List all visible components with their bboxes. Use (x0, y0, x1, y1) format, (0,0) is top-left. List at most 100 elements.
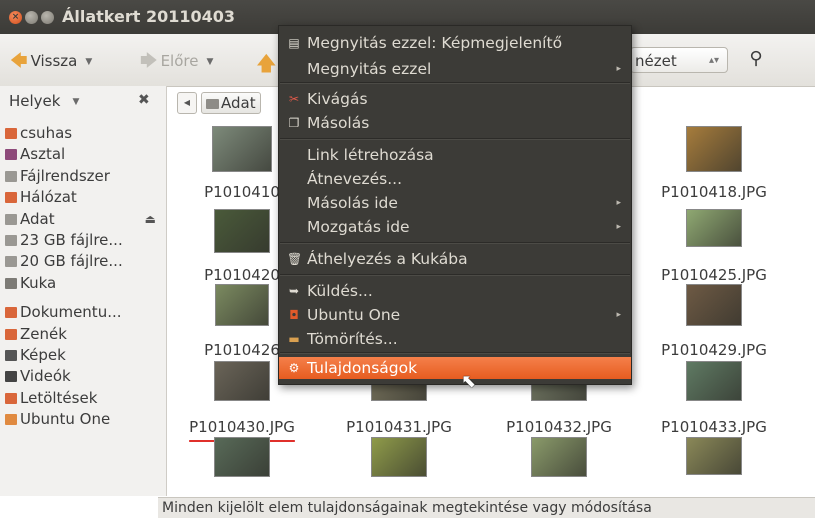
back-arrow-icon: 🡄 (10, 51, 28, 71)
sidebar-item[interactable]: Asztal (0, 144, 166, 165)
menu-item-label: Megnyitás ezzel (307, 60, 432, 78)
menu-separator (280, 352, 630, 354)
image-thumbnail (214, 209, 270, 253)
sidebar-item-label: Adat (20, 209, 55, 228)
submenu-arrow-icon: ▸ (616, 222, 621, 232)
menu-item-label: Áthelyezés a Kukába (307, 250, 468, 268)
drive-icon (5, 170, 17, 182)
chevron-down-icon[interactable]: ▼ (206, 57, 213, 67)
sidebar-item[interactable]: Hálózat (0, 187, 166, 208)
back-label: Vissza (30, 52, 78, 70)
file-name: P1010430.JPG (189, 418, 295, 436)
network-icon (5, 192, 17, 204)
menu-item[interactable]: Másolás ide ▸ (279, 192, 631, 214)
view-mode-select[interactable]: nézet ▴▾ (630, 47, 728, 73)
file-item[interactable]: P1010418.JPG (639, 126, 789, 210)
menu-item[interactable]: 🗑 Áthelyezés a Kukába (279, 248, 631, 270)
sidebar-item-label: Asztal (20, 145, 66, 164)
sidebar-item[interactable]: Ubuntu One (0, 409, 166, 430)
pictures-folder-icon (5, 349, 17, 361)
image-thumbnail (215, 284, 269, 326)
sidebar-item[interactable]: 23 GB fájlre... (0, 230, 166, 251)
menu-item-label: Átnevezés... (307, 170, 403, 188)
sidebar-item-label: 23 GB fájlre... (20, 230, 123, 249)
sidebar-item[interactable]: Dokumentu... (0, 302, 166, 323)
menu-item[interactable]: ▤ Megnyitás ezzel: Képmegjelenítő (279, 32, 631, 54)
image-thumbnail (686, 437, 742, 475)
close-sidebar-icon[interactable]: ✖ (138, 92, 150, 108)
sidebar-item[interactable]: csuhas (0, 123, 166, 144)
sidebar-item[interactable]: Kuka (0, 273, 166, 294)
sidebar: Helyek ▼ ✖ csuhas Asztal Fájlrendszer Hálóza… (0, 86, 167, 496)
menu-item-label: Mozgatás ide (307, 218, 410, 236)
sidebar-divider (0, 294, 166, 302)
submenu-arrow-icon: ▸ (616, 198, 621, 208)
file-name: P1010433.JPG (661, 418, 767, 436)
menu-item-label: Küldés... (307, 282, 373, 300)
ubuntu-one-icon: ◘ (289, 308, 299, 322)
image-thumbnail (531, 437, 587, 477)
back-button[interactable]: 🡄 Vissza ▼ (10, 48, 92, 71)
sidebar-item[interactable]: Adat ⏏ (0, 209, 166, 230)
menu-item-label: Link létrehozása (307, 146, 434, 164)
menu-item[interactable]: Megnyitás ezzel ▸ (279, 58, 631, 80)
forward-button[interactable]: 🡆 Előre ▼ (140, 48, 213, 71)
menu-item[interactable]: Link létrehozása (279, 144, 631, 166)
close-window-icon[interactable]: × (9, 11, 22, 24)
menu-item[interactable]: ▬ Tömörítés... (279, 328, 631, 350)
drive-icon (206, 99, 219, 109)
sidebar-item[interactable]: Zenék (0, 324, 166, 345)
search-icon[interactable]: ⚲ (741, 44, 771, 74)
context-menu: ▤ Megnyitás ezzel: Képmegjelenítő Megnyitá… (278, 25, 632, 385)
sidebar-item-label: Hálózat (20, 188, 77, 207)
menu-item-label: Kivágás (307, 90, 368, 108)
drive-icon (5, 213, 17, 225)
forward-label: Előre (160, 52, 199, 70)
downloads-folder-icon (5, 392, 17, 404)
chevron-down-icon[interactable]: ▼ (85, 57, 92, 67)
menu-item[interactable]: Átnevezés... (279, 168, 631, 190)
file-name: P1010431.JPG (346, 418, 452, 436)
sidebar-item[interactable]: Fájlrendszer (0, 166, 166, 187)
sidebar-item-label: Letöltések (20, 388, 98, 407)
maximize-window-icon[interactable] (41, 11, 54, 24)
sidebar-item[interactable]: 20 GB fájlre... (0, 251, 166, 272)
minimize-window-icon[interactable] (25, 11, 38, 24)
breadcrumb-label: Adat (221, 94, 256, 112)
image-thumbnail (214, 437, 270, 477)
sidebar-header-label: Helyek (9, 92, 61, 110)
music-folder-icon (5, 328, 17, 340)
sidebar-item[interactable]: Videók (0, 366, 166, 387)
breadcrumb[interactable]: Adat (201, 92, 261, 114)
menu-separator (280, 274, 630, 276)
file-item[interactable]: P1010425.JPG (639, 209, 789, 293)
path-scroll-left-icon[interactable]: ◀ (177, 92, 197, 114)
menu-item[interactable]: ✂ Kivágás (279, 88, 631, 110)
menu-item-label: Tömörítés... (307, 330, 398, 348)
sidebar-item[interactable]: Képek (0, 345, 166, 366)
menu-item[interactable]: ❐ Másolás (279, 112, 631, 134)
sidebar-item[interactable]: Letöltések (0, 388, 166, 409)
copy-icon: ❐ (288, 116, 300, 130)
chevron-down-icon[interactable]: ▼ (72, 97, 79, 107)
menu-item[interactable]: ⚙ Tulajdonságok (279, 357, 631, 379)
sidebar-item-label: Videók (20, 367, 71, 386)
menu-item[interactable]: Mozgatás ide ▸ (279, 216, 631, 238)
file-item[interactable]: P1010429.JPG (639, 284, 789, 368)
sidebar-item-label: csuhas (20, 124, 73, 142)
up-arrow-icon[interactable]: 🡅 (256, 49, 277, 83)
drive-icon (5, 234, 17, 246)
image-thumbnail (686, 361, 742, 401)
window-title: Állatkert 20110403 (62, 7, 236, 26)
archive-icon: ▬ (288, 332, 300, 346)
eject-icon[interactable]: ⏏ (145, 209, 156, 230)
menu-item[interactable]: ◘ Ubuntu One ▸ (279, 304, 631, 326)
image-thumbnail (686, 209, 742, 247)
forward-arrow-icon: 🡆 (140, 51, 158, 71)
file-item[interactable]: P1010433.JPG (639, 361, 789, 445)
send-icon: ➥ (288, 284, 300, 298)
sidebar-header[interactable]: Helyek ▼ (9, 92, 79, 110)
menu-item[interactable]: ➥ Küldés... (279, 280, 631, 302)
sidebar-item-label: 20 GB fájlre... (20, 252, 123, 271)
file-manager-window: × Állatkert 20110403 🡄 Vissza ▼ 🡆 Előre ▼ 🡅 … (0, 0, 815, 518)
